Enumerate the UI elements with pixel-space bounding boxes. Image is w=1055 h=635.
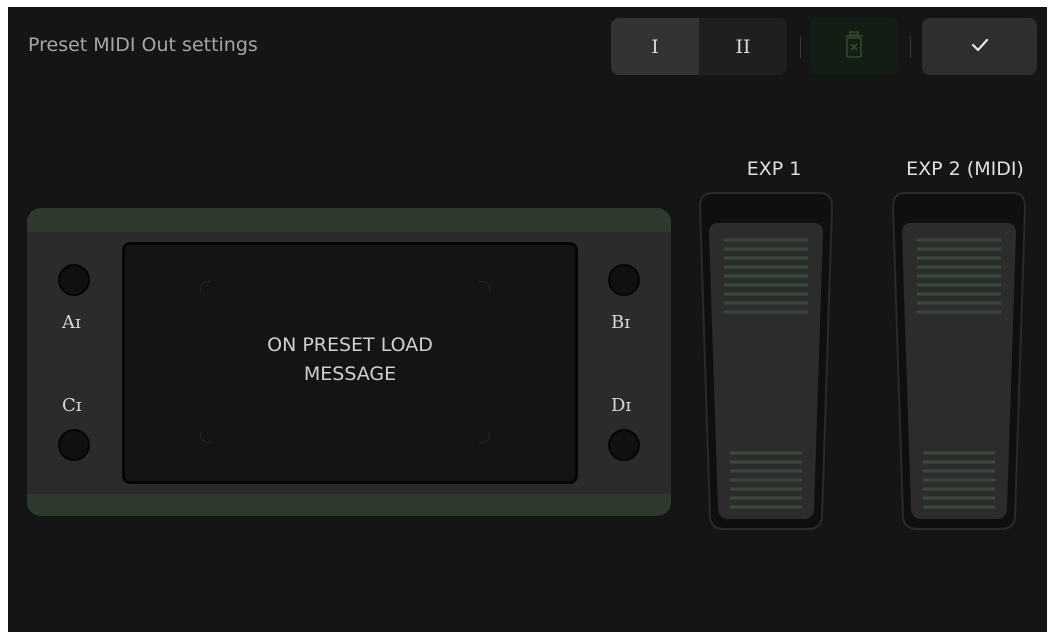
trash-x-icon: [844, 30, 864, 63]
footswitch-b[interactable]: [608, 264, 640, 296]
bank-selector: I II: [611, 18, 787, 75]
bank-button-i[interactable]: I: [611, 18, 699, 75]
corner-mark: [200, 281, 211, 292]
footswitch-c-label: Cɪ: [62, 395, 82, 416]
page-title: Preset MIDI Out settings: [28, 34, 258, 56]
board-bottom-strip: [27, 494, 671, 516]
footswitch-d-label: Dɪ: [611, 395, 632, 416]
corner-mark: [479, 432, 490, 443]
delete-button[interactable]: [810, 18, 898, 75]
screen-message-line2: MESSAGE: [303, 363, 397, 385]
footswitch-c[interactable]: [58, 429, 90, 461]
footswitch-a[interactable]: [58, 264, 90, 296]
screen-message-line1: ON PRESET LOAD: [267, 334, 433, 356]
corner-mark: [479, 281, 490, 292]
checkmark-icon: [971, 37, 989, 56]
footswitch-d[interactable]: [608, 429, 640, 461]
exp1-pedal[interactable]: [698, 191, 834, 531]
corner-mark: [200, 432, 211, 443]
screen-message: ON PRESET LOAD MESSAGE: [125, 331, 575, 389]
divider: [800, 36, 801, 58]
bank-button-ii[interactable]: II: [699, 18, 787, 75]
divider: [910, 36, 911, 58]
exp2-pedal[interactable]: [891, 191, 1027, 531]
footswitch-a-label: Aɪ: [62, 312, 81, 333]
pedal-board: Aɪ Cɪ Bɪ Dɪ ON PRESET LOAD MESSAGE: [27, 208, 671, 516]
exp2-label: EXP 2 (MIDI): [906, 158, 1024, 180]
exp1-label: EXP 1: [746, 158, 802, 180]
footswitch-b-label: Bɪ: [611, 312, 630, 333]
preset-load-message-screen[interactable]: ON PRESET LOAD MESSAGE: [122, 242, 578, 484]
board-top-strip: [27, 208, 671, 232]
confirm-button[interactable]: [922, 18, 1037, 75]
app-window: Preset MIDI Out settings I II Aɪ Cɪ Bɪ D…: [8, 7, 1047, 632]
